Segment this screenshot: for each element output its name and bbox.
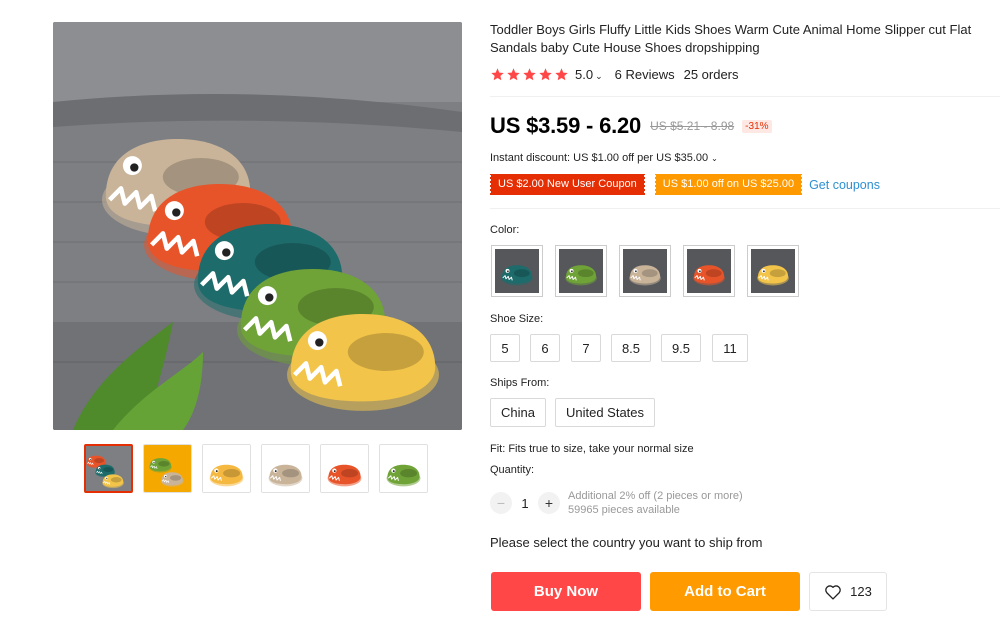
rating-row: 5.0 ⌄ 6 Reviews 25 orders (490, 66, 739, 82)
fit-info: Fit: Fits true to size, take your normal… (490, 443, 694, 455)
thumbnail-4[interactable] (261, 444, 310, 493)
shoe-size-label: Shoe Size: (490, 313, 544, 325)
quantity-label: Quantity: (490, 464, 535, 476)
ships-from-label: Ships From: (490, 377, 550, 389)
rating-value[interactable]: 5.0 ⌄ (575, 67, 603, 82)
instant-discount-text: Instant discount: US $1.00 off per US $3… (490, 152, 709, 164)
wishlist-count: 123 (850, 584, 872, 599)
star-icon (491, 67, 504, 80)
divider (490, 96, 1000, 97)
star-icon (539, 67, 552, 80)
color-label: Color: (490, 224, 520, 236)
size-option-7[interactable]: 7 (571, 334, 601, 362)
product-title: Toddler Boys Girls Fluffy Little Kids Sh… (490, 22, 972, 55)
size-option-5[interactable]: 5 (490, 334, 520, 362)
bulk-discount-note: Additional 2% off (2 pieces or more) (568, 490, 743, 502)
original-price: US $5.21 - 8.98 (650, 119, 735, 133)
action-buttons: Buy Now Add to Cart 123 (491, 572, 887, 611)
thumbnail-5[interactable] (320, 444, 369, 493)
current-price: US $3.59 - 6.20 (490, 113, 642, 138)
plus-icon[interactable]: + (538, 492, 560, 514)
ships-from-china[interactable]: China (490, 398, 546, 427)
buy-now-button[interactable]: Buy Now (491, 572, 641, 611)
pieces-available: 59965 pieces available (568, 504, 680, 516)
heart-icon (825, 584, 841, 600)
color-swatch-beige[interactable] (619, 245, 671, 297)
instant-discount[interactable]: Instant discount: US $1.00 off per US $3… (490, 152, 718, 164)
discount-badge: -31% (742, 119, 772, 133)
minus-icon[interactable]: − (490, 492, 512, 514)
thumbnail-1[interactable] (84, 444, 133, 493)
coupon-row: US $2.00 New User Coupon US $1.00 off on… (490, 174, 880, 195)
star-icon (555, 67, 568, 80)
color-swatch-orange[interactable] (683, 245, 735, 297)
rating-value-text: 5.0 (575, 66, 594, 82)
size-option-9-5[interactable]: 9.5 (661, 334, 701, 362)
divider (490, 208, 1000, 209)
color-swatch-yellow[interactable] (747, 245, 799, 297)
chevron-down-icon: ⌄ (711, 154, 718, 163)
thumbnail-6[interactable] (379, 444, 428, 493)
wishlist-button[interactable]: 123 (809, 572, 887, 611)
quantity-info: Additional 2% off (2 pieces or more) 599… (568, 489, 743, 517)
ship-country-prompt: Please select the country you want to sh… (490, 535, 763, 550)
add-to-cart-button[interactable]: Add to Cart (650, 572, 800, 611)
price-row: US $3.59 - 6.20 US $5.21 - 8.98 -31% (490, 113, 772, 139)
star-icon (523, 67, 536, 80)
color-swatch-green[interactable] (555, 245, 607, 297)
new-user-coupon[interactable]: US $2.00 New User Coupon (490, 174, 645, 195)
ships-from-options: China United States (490, 398, 656, 427)
star-rating[interactable] (490, 67, 569, 82)
reviews-link[interactable]: 6 Reviews (615, 67, 675, 82)
size-option-6[interactable]: 6 (530, 334, 560, 362)
color-swatch-teal[interactable] (491, 245, 543, 297)
orders-count: 25 orders (683, 66, 739, 82)
product-main-image[interactable] (53, 22, 462, 430)
size-option-11[interactable]: 11 (712, 334, 748, 362)
thumbnail-2[interactable] (143, 444, 192, 493)
size-option-8-5[interactable]: 8.5 (611, 334, 651, 362)
star-icon (507, 67, 520, 80)
ships-from-united-states[interactable]: United States (554, 398, 656, 427)
quantity-value[interactable]: 1 (512, 496, 538, 511)
chevron-down-icon: ⌄ (595, 70, 603, 81)
get-coupons-link[interactable]: Get coupons (809, 178, 880, 192)
quantity-stepper: − 1 + Additional 2% off (2 pieces or mor… (490, 489, 743, 517)
thumbnail-3[interactable] (202, 444, 251, 493)
thumbnail-strip (84, 444, 428, 493)
size-options: 5 6 7 8.5 9.5 11 (490, 334, 748, 362)
store-coupon[interactable]: US $1.00 off on US $25.00 (654, 174, 803, 195)
color-swatches (491, 245, 799, 297)
